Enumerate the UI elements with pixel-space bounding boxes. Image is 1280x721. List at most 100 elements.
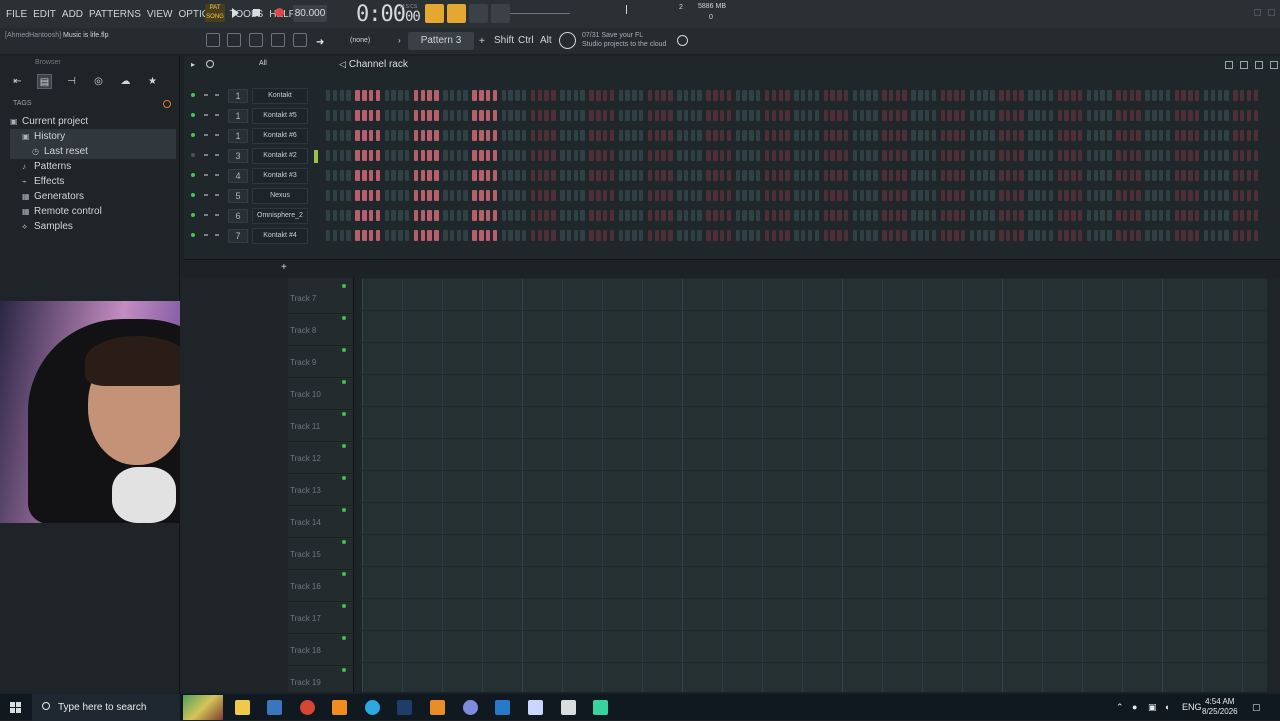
step-button[interactable] — [954, 170, 959, 181]
step-button[interactable] — [368, 130, 374, 141]
step-button[interactable] — [326, 90, 331, 101]
step-button[interactable] — [888, 210, 894, 221]
step-button[interactable] — [443, 170, 448, 181]
step-button[interactable] — [1195, 230, 1200, 241]
step-button[interactable] — [573, 130, 579, 141]
step-button[interactable] — [924, 130, 930, 141]
step-button[interactable] — [485, 90, 491, 101]
step-button[interactable] — [654, 190, 660, 201]
step-button[interactable] — [940, 150, 946, 161]
step-button[interactable] — [391, 130, 396, 141]
step-button[interactable] — [1116, 150, 1121, 161]
channel-mixer-track[interactable]: 5 — [228, 189, 248, 203]
step-button[interactable] — [771, 190, 777, 201]
step-button[interactable] — [1122, 150, 1128, 161]
step-button[interactable] — [778, 110, 783, 121]
step-button[interactable] — [954, 130, 959, 141]
app-icon[interactable] — [528, 700, 543, 715]
step-button[interactable] — [589, 230, 594, 241]
channel-pan-knob[interactable] — [204, 234, 208, 236]
step-button[interactable] — [764, 170, 770, 181]
step-button[interactable] — [1071, 190, 1076, 201]
step-button[interactable] — [924, 210, 930, 221]
step-button[interactable] — [1100, 90, 1105, 101]
step-button[interactable] — [1077, 90, 1083, 101]
step-button[interactable] — [339, 90, 344, 101]
step-button[interactable] — [742, 230, 747, 241]
ctrl-key[interactable]: Ctrl — [518, 35, 534, 46]
step-button[interactable] — [749, 150, 754, 161]
step-button[interactable] — [895, 110, 901, 121]
step-button[interactable] — [368, 230, 374, 241]
step-button[interactable] — [807, 150, 813, 161]
step-button[interactable] — [1012, 110, 1018, 121]
step-button[interactable] — [735, 230, 741, 241]
step-button[interactable] — [677, 110, 682, 121]
step-button[interactable] — [713, 110, 718, 121]
step-button[interactable] — [990, 130, 995, 141]
channel-enable-led[interactable] — [191, 153, 195, 157]
step-button[interactable] — [1253, 230, 1258, 241]
step-button[interactable] — [632, 150, 637, 161]
step-button[interactable] — [830, 90, 835, 101]
channel-pan-knob[interactable] — [204, 94, 208, 96]
step-button[interactable] — [1145, 110, 1150, 121]
step-button[interactable] — [573, 210, 579, 221]
step-button[interactable] — [830, 110, 835, 121]
step-button[interactable] — [683, 230, 689, 241]
step-button[interactable] — [1233, 190, 1238, 201]
step-button[interactable] — [384, 170, 389, 181]
step-button[interactable] — [596, 230, 601, 241]
step-button[interactable] — [332, 110, 338, 121]
channel-name[interactable]: Kontakt #2 — [252, 148, 308, 164]
step-button[interactable] — [1019, 110, 1024, 121]
step-button[interactable] — [434, 170, 439, 181]
step-button[interactable] — [449, 230, 455, 241]
step-button[interactable] — [1188, 170, 1193, 181]
step-button[interactable] — [902, 110, 907, 121]
step-button[interactable] — [638, 150, 644, 161]
step-button[interactable] — [1188, 90, 1193, 101]
step-button[interactable] — [683, 110, 689, 121]
step-button[interactable] — [794, 170, 799, 181]
step-button[interactable] — [625, 190, 630, 201]
step-button[interactable] — [1086, 130, 1092, 141]
channel-pan-knob[interactable] — [204, 214, 208, 216]
step-button[interactable] — [931, 130, 937, 141]
step-button[interactable] — [764, 90, 770, 101]
step-button[interactable] — [1116, 110, 1121, 121]
step-button[interactable] — [530, 170, 536, 181]
step-button[interactable] — [537, 150, 543, 161]
step-button[interactable] — [1116, 230, 1121, 241]
step-button[interactable] — [551, 90, 556, 101]
step-button[interactable] — [814, 170, 820, 181]
swing-icon[interactable] — [206, 60, 214, 68]
step-button[interactable] — [1041, 170, 1047, 181]
step-button[interactable] — [969, 90, 975, 101]
step-button[interactable] — [719, 170, 725, 181]
step-button[interactable] — [339, 110, 344, 121]
step-button[interactable] — [492, 210, 498, 221]
step-button[interactable] — [1203, 230, 1209, 241]
step-button[interactable] — [771, 110, 777, 121]
step-button[interactable] — [463, 170, 468, 181]
step-button[interactable] — [1203, 190, 1209, 201]
step-button[interactable] — [463, 130, 468, 141]
step-button[interactable] — [837, 230, 842, 241]
step-button[interactable] — [661, 110, 666, 121]
step-button[interactable] — [1122, 130, 1128, 141]
step-button[interactable] — [384, 130, 389, 141]
step-button[interactable] — [566, 190, 572, 201]
step-button[interactable] — [355, 130, 360, 141]
step-button[interactable] — [954, 110, 959, 121]
step-button[interactable] — [947, 190, 952, 201]
step-button[interactable] — [355, 230, 360, 241]
step-button[interactable] — [537, 210, 543, 221]
step-button[interactable] — [1253, 110, 1258, 121]
step-button[interactable] — [1122, 190, 1128, 201]
step-button[interactable] — [888, 170, 894, 181]
step-button[interactable] — [1240, 190, 1245, 201]
step-button[interactable] — [668, 130, 673, 141]
step-button[interactable] — [326, 110, 331, 121]
step-button[interactable] — [697, 90, 702, 101]
